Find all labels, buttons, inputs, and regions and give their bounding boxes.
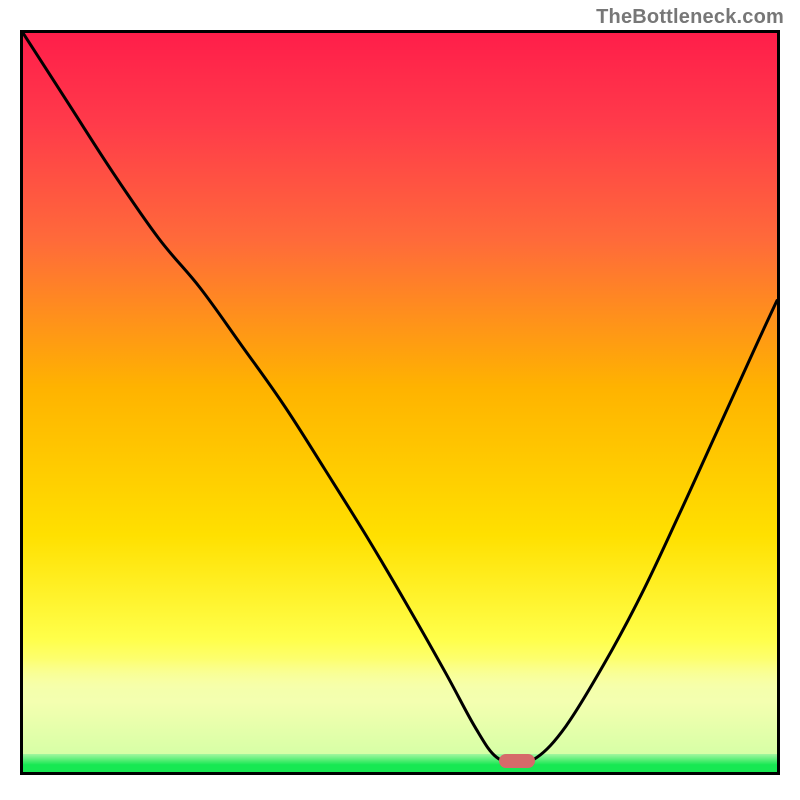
bottleneck-curve bbox=[23, 33, 777, 761]
optimum-marker bbox=[499, 754, 535, 768]
chart-container: TheBottleneck.com bbox=[0, 0, 800, 800]
plot-area bbox=[20, 30, 780, 775]
bottleneck-curve-svg bbox=[23, 33, 777, 772]
watermark-text: TheBottleneck.com bbox=[596, 6, 784, 29]
